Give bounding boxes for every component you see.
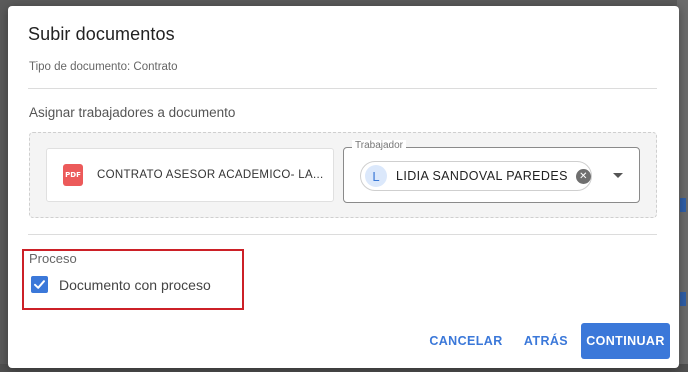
continue-button[interactable]: CONTINUAR: [581, 323, 670, 359]
chevron-down-icon[interactable]: [613, 173, 623, 178]
process-section-label: Proceso: [29, 251, 77, 266]
document-card: PDF CONTRATO ASESOR ACADEMICO- LA...: [46, 148, 334, 202]
worker-select-label: Trabajador: [352, 140, 406, 151]
dialog-title: Subir documentos: [28, 24, 175, 44]
worker-chip-label: LIDIA SANDOVAL PAREDES: [396, 169, 568, 183]
close-circle-icon[interactable]: ✕: [575, 168, 591, 184]
worker-select[interactable]: Trabajador L LIDIA SANDOVAL PAREDES ✕: [343, 140, 640, 203]
divider: [28, 88, 657, 89]
divider: [28, 234, 657, 235]
assign-workers-label: Asignar trabajadores a documento: [29, 105, 236, 120]
back-button[interactable]: ATRÁS: [516, 323, 576, 359]
document-name: CONTRATO ASESOR ACADEMICO- LA...: [97, 169, 324, 181]
cancel-button[interactable]: CANCELAR: [426, 323, 506, 359]
process-checkbox-label: Documento con proceso: [59, 276, 211, 293]
worker-chip[interactable]: L LIDIA SANDOVAL PAREDES ✕: [360, 161, 592, 191]
assign-workers-box: PDF CONTRATO ASESOR ACADEMICO- LA... Tra…: [29, 132, 657, 218]
pdf-icon: PDF: [63, 164, 83, 186]
avatar: L: [365, 165, 387, 187]
process-checkbox-row[interactable]: Documento con proceso: [31, 276, 211, 293]
process-checkbox[interactable]: [31, 276, 48, 293]
document-type-text: Tipo de documento: Contrato: [29, 61, 178, 73]
checkmark-icon: [34, 280, 45, 289]
upload-documents-dialog: Subir documentos Tipo de documento: Cont…: [8, 6, 679, 368]
background-app-marker: [680, 292, 686, 306]
background-app-marker: [680, 198, 686, 212]
